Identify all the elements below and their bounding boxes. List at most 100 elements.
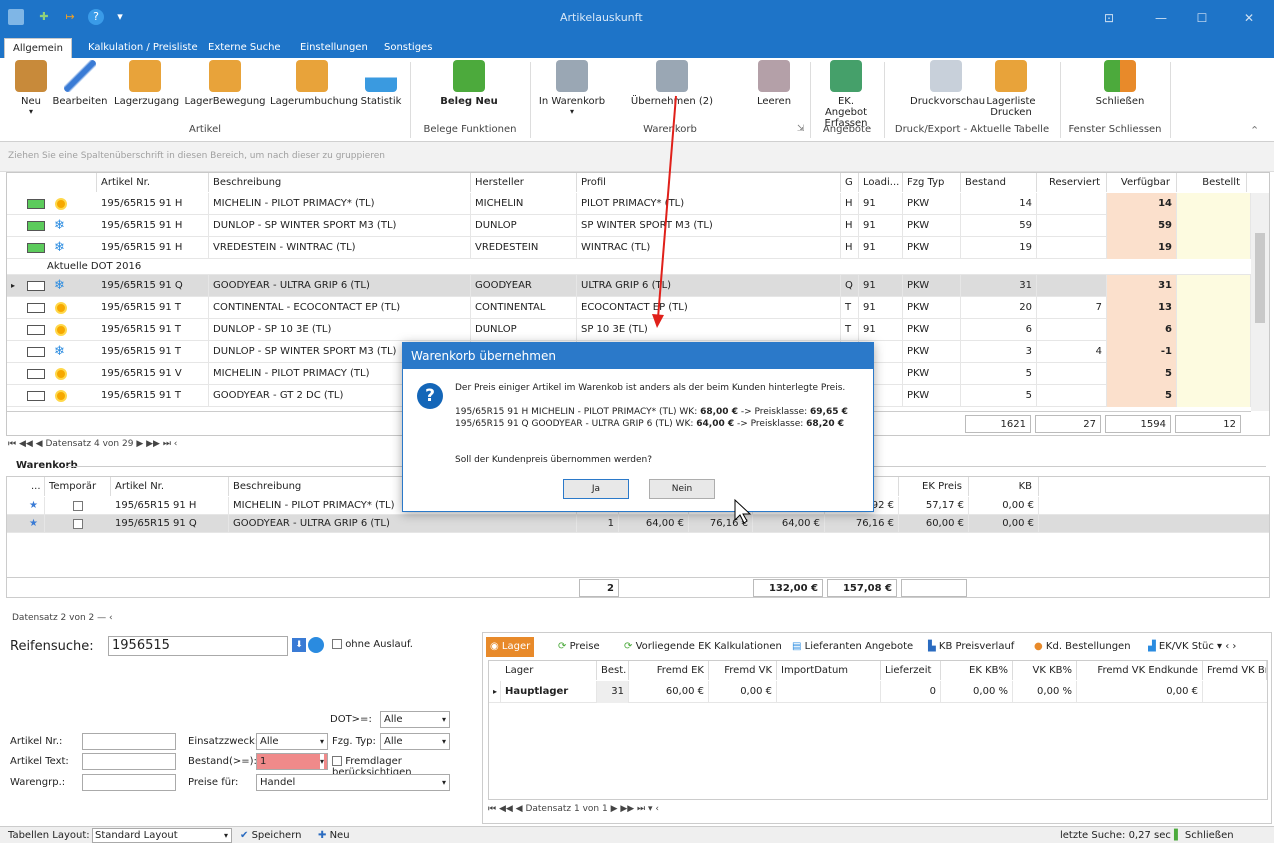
- column-header-fzg[interactable]: Fzg Typ: [903, 173, 961, 192]
- column-header-vk-kb[interactable]: VK KB%: [1013, 661, 1077, 680]
- tab-einstellungen[interactable]: Einstellungen: [292, 38, 376, 58]
- ohne-auslauf-checkbox[interactable]: ohne Auslauf.: [332, 639, 413, 650]
- collapse-ribbon-icon[interactable]: ⌃: [1250, 124, 1259, 137]
- table-row[interactable]: 195/65R15 91 T CONTINENTAL - ECOCONTACT E…: [7, 297, 1251, 319]
- column-header-wk-artikel[interactable]: Artikel Nr.: [111, 477, 229, 496]
- column-header-fremd-vk[interactable]: Fremd VK: [709, 661, 777, 680]
- table-row[interactable]: ▸ ❄ 195/65R15 91 Q GOODYEAR - ULTRA GRIP 6 …: [7, 275, 1251, 297]
- beleg-neu-button[interactable]: Beleg Neu: [436, 60, 502, 107]
- column-header-import[interactable]: ImportDatum: [777, 661, 881, 680]
- tab-sonstiges[interactable]: Sonstiges: [376, 38, 440, 58]
- column-header-hersteller[interactable]: Hersteller: [471, 173, 577, 192]
- dialog-launcher-icon[interactable]: ⇲: [797, 124, 805, 134]
- column-header-vk-endkunde[interactable]: Fremd VK Endkunde: [1077, 661, 1203, 680]
- column-header-fremd-ek[interactable]: Fremd EK: [629, 661, 709, 680]
- uebernehmen-button[interactable]: Übernehmen (2): [628, 60, 716, 107]
- table-row[interactable]: 195/65R15 91 H MICHELIN - PILOT PRIMACY* …: [7, 193, 1251, 215]
- lagerbewegung-button[interactable]: LagerBewegung: [184, 60, 266, 107]
- ja-button[interactable]: Ja: [563, 479, 629, 499]
- neu-button[interactable]: Neu ▾: [14, 60, 48, 116]
- column-header-g[interactable]: G: [841, 173, 859, 192]
- table-row[interactable]: ★ 195/65R15 91 Q GOODYEAR - ULTRA GRIP 6 (…: [7, 515, 1269, 533]
- help-icon[interactable]: ?: [88, 9, 104, 25]
- tab-ek-kalkulationen[interactable]: ⟳ Vorliegende EK Kalkulationen: [620, 637, 786, 657]
- artikel-text-input[interactable]: [82, 753, 176, 770]
- tab-lager[interactable]: ◉ Lager: [486, 637, 535, 657]
- column-header-artikel[interactable]: Artikel Nr.: [97, 173, 209, 192]
- globe-icon[interactable]: [308, 637, 324, 653]
- speichern-button[interactable]: ✔ Speichern: [240, 830, 301, 841]
- lagerliste-drucken-button[interactable]: Lagerliste Drucken: [986, 60, 1036, 118]
- temporaer-checkbox[interactable]: [73, 519, 83, 529]
- column-header-profil[interactable]: Profil: [577, 173, 841, 192]
- tab-kalkulation[interactable]: Kalkulation / Preisliste: [80, 38, 206, 58]
- search-down-icon[interactable]: ⬇: [292, 638, 306, 652]
- column-header-lieferzeit[interactable]: Lieferzeit: [881, 661, 941, 680]
- scrollbar-thumb[interactable]: [1255, 233, 1265, 323]
- tab-ek-vk-stueck[interactable]: ▟ EK/VK Stüc ▾ ‹ ›: [1144, 637, 1240, 657]
- group-by-bar[interactable]: Ziehen Sie eine Spaltenüberschrift in di…: [0, 142, 1274, 172]
- neu-layout-button[interactable]: ✚ Neu: [318, 830, 350, 841]
- tab-lieferanten-angebote[interactable]: ▤ Lieferanten Angebote: [788, 637, 917, 657]
- nav-remove-icon[interactable]: — ‹: [97, 613, 112, 623]
- tab-allgemein[interactable]: Allgemein: [4, 38, 72, 58]
- column-header-best[interactable]: Best.: [597, 661, 629, 680]
- nein-button[interactable]: Nein: [649, 479, 715, 499]
- group-row[interactable]: Aktuelle DOT 2016: [7, 259, 1251, 275]
- druckvorschau-button[interactable]: Druckvorschau: [910, 60, 985, 107]
- table-row[interactable]: ❄ 195/65R15 91 H VREDESTEIN - WINTRAC (TL)…: [7, 237, 1251, 259]
- tab-kd-bestellungen[interactable]: ● Kd. Bestellungen: [1030, 637, 1135, 657]
- dot-select[interactable]: Alle ▾: [380, 711, 450, 728]
- in-warenkorb-button[interactable]: In Warenkorb ▾: [536, 60, 608, 116]
- tab-kb-preisverlauf[interactable]: ▙ KB Preisverlauf: [924, 637, 1018, 657]
- column-header-bestellt[interactable]: Bestellt: [1177, 173, 1247, 192]
- column-header-kb[interactable]: KB: [969, 477, 1039, 496]
- restore-icon[interactable]: ⊡: [1092, 6, 1126, 30]
- star-icon[interactable]: ★: [25, 497, 45, 515]
- temporaer-checkbox[interactable]: [73, 501, 83, 511]
- fzg-typ-select[interactable]: Alle ▾: [380, 733, 450, 750]
- reifensuche-input[interactable]: 1956515: [108, 636, 288, 656]
- einsatzzweck-select[interactable]: Alle ▾: [256, 733, 328, 750]
- table-row[interactable]: ❄ 195/65R15 91 H DUNLOP - SP WINTER SPORT …: [7, 215, 1251, 237]
- column-header-lager[interactable]: Lager: [501, 661, 597, 680]
- quick-access-dropdown-icon[interactable]: ▾: [112, 9, 128, 25]
- table-row[interactable]: 195/65R15 91 T DUNLOP - SP 10 3E (TL) DUNL…: [7, 319, 1251, 341]
- quick-access-icon-2[interactable]: ↦: [62, 9, 78, 25]
- column-header-reserviert[interactable]: Reserviert: [1037, 173, 1107, 192]
- close-icon[interactable]: ✕: [1232, 6, 1266, 30]
- column-header-ek-preis[interactable]: EK Preis: [899, 477, 969, 496]
- leeren-button[interactable]: Leeren: [750, 60, 798, 107]
- warengrp-input[interactable]: [82, 774, 176, 791]
- star-icon[interactable]: ★: [25, 515, 45, 533]
- preise-fuer-select[interactable]: Handel ▾: [256, 774, 450, 791]
- ek-angebot-button[interactable]: EK. Angebot Erfassen: [816, 60, 876, 129]
- minimize-icon[interactable]: —: [1144, 6, 1178, 30]
- lagerzugang-button[interactable]: Lagerzugang: [114, 60, 179, 107]
- column-header-indicators[interactable]: [7, 173, 97, 192]
- column-header-bestand[interactable]: Bestand: [961, 173, 1037, 192]
- table-row[interactable]: ▸ Hauptlager 31 60,00 € 0,00 € 0 0,00 % …: [489, 681, 1267, 703]
- column-header-vk-brutto[interactable]: Fremd VK Bru: [1203, 661, 1267, 680]
- lagerumbuchung-button[interactable]: Lagerumbuchung: [270, 60, 358, 107]
- nav-next-icon[interactable]: ▶ ▶▶ ⏭ ‹: [136, 439, 177, 449]
- column-header-loading[interactable]: Loadi...: [859, 173, 903, 192]
- artikel-nr-input[interactable]: [82, 733, 176, 750]
- vertical-scrollbar[interactable]: [1251, 193, 1269, 411]
- layout-select[interactable]: Standard Layout ▾: [92, 828, 232, 843]
- tab-preise[interactable]: ⟳ Preise: [554, 637, 604, 657]
- tab-externe-suche[interactable]: Externe Suche: [200, 38, 289, 58]
- column-header-ek-kb[interactable]: EK KB%: [941, 661, 1013, 680]
- bearbeiten-button[interactable]: Bearbeiten: [52, 60, 108, 107]
- column-header-verfuegbar[interactable]: Verfügbar: [1107, 173, 1177, 192]
- column-header-dots[interactable]: ...: [27, 477, 45, 496]
- nav-first-icon[interactable]: ⏮ ◀◀ ◀: [8, 439, 43, 449]
- maximize-icon[interactable]: ☐: [1185, 6, 1219, 30]
- column-header-beschreibung[interactable]: Beschreibung: [209, 173, 471, 192]
- statistik-button[interactable]: Statistik: [358, 60, 404, 107]
- bestand-input[interactable]: 1 ▾: [256, 753, 328, 770]
- status-schliessen-button[interactable]: ▌ Schließen: [1174, 830, 1234, 841]
- quick-access-icon-1[interactable]: ✚: [36, 9, 52, 25]
- schliessen-button[interactable]: Schließen: [1088, 60, 1152, 107]
- column-header-temporaer[interactable]: Temporär: [45, 477, 111, 496]
